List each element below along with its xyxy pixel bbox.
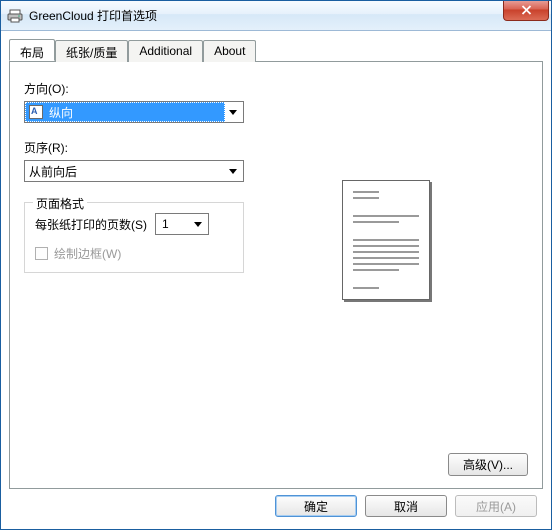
tab-about[interactable]: About [203,40,256,62]
apply-button-label: 应用(A) [476,498,516,515]
close-icon [521,4,532,18]
draw-borders-checkbox [35,247,48,260]
cancel-button-label: 取消 [394,498,418,515]
titlebar: GreenCloud 打印首选项 [1,1,551,31]
tab-layout[interactable]: 布局 [9,39,55,61]
pages-per-sheet-select[interactable]: 1 [155,213,209,235]
pages-per-sheet-label: 每张纸打印的页数(S) [35,216,147,233]
apply-button: 应用(A) [455,495,537,517]
ok-button-label: 确定 [304,498,328,515]
preview-area [244,80,528,476]
page-order-select[interactable]: 从前向后 [24,160,244,182]
page-order-value: 从前向后 [29,163,77,180]
orientation-label: 方向(O): [24,80,244,97]
tabstrip: 布局 纸张/质量 Additional About [9,39,543,61]
printer-icon [7,8,23,24]
chevron-down-icon [225,163,241,179]
ok-button[interactable]: 确定 [275,495,357,517]
page-format-legend: 页面格式 [33,195,87,212]
chevron-down-icon [190,216,206,232]
page-order-label: 页序(R): [24,139,244,156]
tab-panel-layout: 方向(O): A 纵向 页序(R): 从前向后 页面格式 每张纸打 [9,61,543,489]
page-preview [342,180,430,300]
print-preferences-window: GreenCloud 打印首选项 布局 纸张/质量 Additional Abo… [0,0,552,530]
orientation-select[interactable]: A 纵向 [24,101,244,123]
tab-paper-quality[interactable]: 纸张/质量 [55,40,128,62]
advanced-button-label: 高级(V)... [463,456,513,473]
tab-additional[interactable]: Additional [128,40,203,62]
close-button[interactable] [503,1,549,21]
advanced-button[interactable]: 高级(V)... [448,453,528,476]
chevron-down-icon [225,104,241,120]
pages-per-sheet-value: 1 [162,217,169,231]
layout-controls: 方向(O): A 纵向 页序(R): 从前向后 页面格式 每张纸打 [24,80,244,476]
page-format-group: 页面格式 每张纸打印的页数(S) 1 绘制边框(W) [24,202,244,273]
cancel-button[interactable]: 取消 [365,495,447,517]
draw-borders-label: 绘制边框(W) [54,245,121,262]
portrait-icon: A [29,105,43,119]
client-area: 布局 纸张/质量 Additional About 方向(O): A 纵向 页序… [1,31,551,529]
dialog-footer: 确定 取消 应用(A) [9,489,543,523]
orientation-value: 纵向 [49,104,73,121]
window-title: GreenCloud 打印首选项 [29,7,157,24]
